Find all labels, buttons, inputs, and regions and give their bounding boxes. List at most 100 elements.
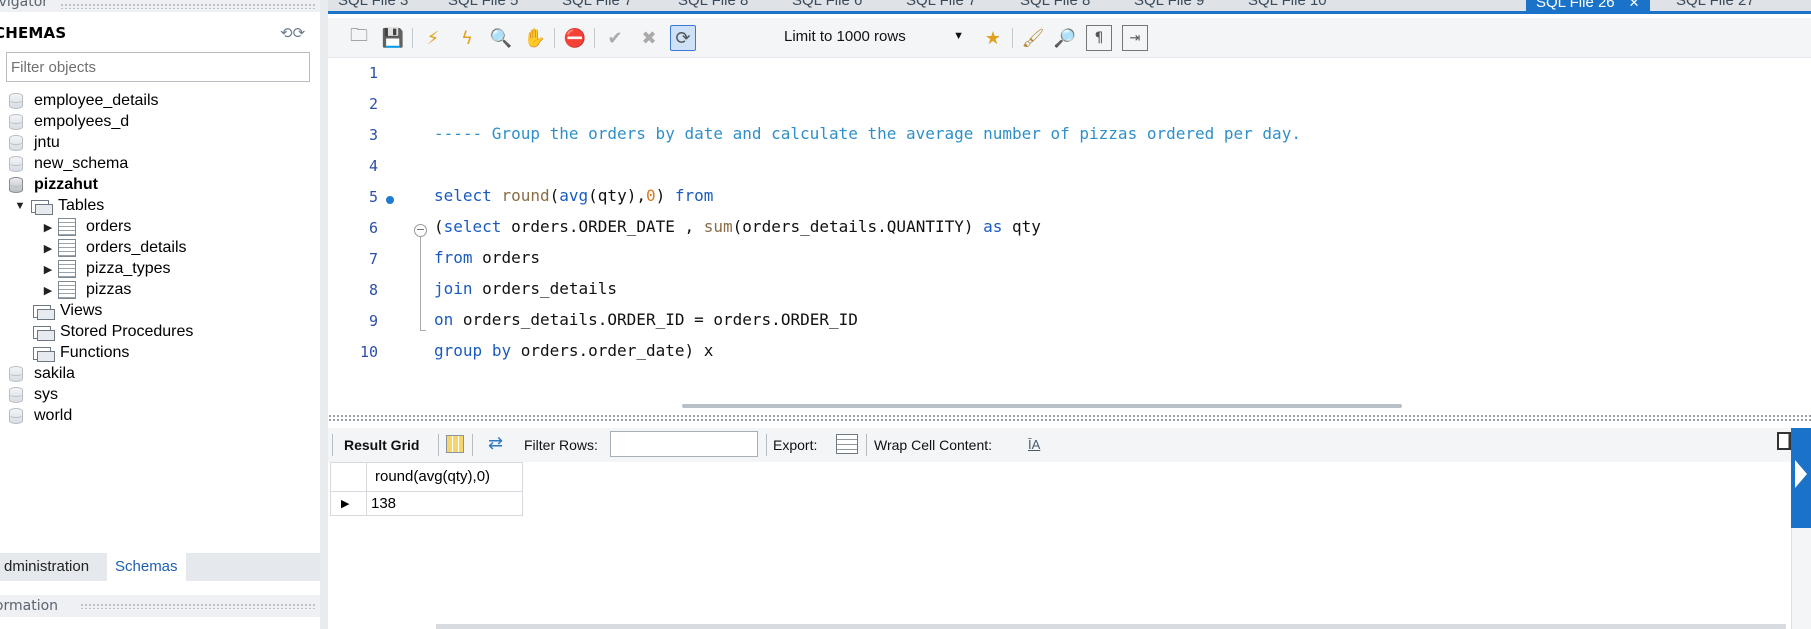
database-icon	[8, 365, 24, 383]
schema-item[interactable]: world	[8, 405, 72, 427]
database-icon	[8, 155, 24, 173]
sql-editor[interactable]: 1 2 3 4 5 6 7 8 9 10 ----- Group the ord…	[328, 58, 1811, 408]
tab-administration[interactable]: dministration	[0, 553, 97, 581]
schema-item[interactable]: sys	[8, 384, 58, 406]
result-grid-tab[interactable]: Result Grid	[344, 437, 419, 453]
collapse-arrow-icon[interactable]: ▼	[14, 200, 26, 212]
limit-rows-select[interactable]: Limit to 1000 rows ▼	[778, 25, 970, 51]
row-indicator-icon[interactable]: ▶	[330, 492, 367, 516]
refresh-results-icon[interactable]: ⇄	[488, 433, 503, 454]
rollback-icon[interactable]: ✖	[636, 25, 662, 51]
table-item-pizza-types[interactable]: ▶ pizza_types	[42, 258, 171, 280]
code-line: join orders_details	[434, 279, 618, 298]
beautify-icon[interactable]: 🖌	[1020, 25, 1046, 51]
functions-folder[interactable]: Functions	[32, 342, 129, 364]
table-item-orders[interactable]: ▶ orders	[42, 216, 131, 238]
invisible-chars-icon[interactable]: ¶	[1086, 25, 1112, 51]
table-cell[interactable]: 138	[367, 492, 523, 516]
table-item-pizzas[interactable]: ▶ pizzas	[42, 279, 131, 301]
close-tab-icon[interactable]: ✕	[1629, 0, 1640, 10]
bookmark-icon[interactable]: ★	[980, 25, 1006, 51]
schema-item[interactable]: empolyees_d	[8, 111, 129, 133]
schema-label: jntu	[34, 134, 60, 151]
file-tab[interactable]: SQL File 7	[906, 0, 976, 10]
fold-toggle-icon[interactable]: −	[414, 224, 427, 237]
code-line: select round(avg(qty),0) from	[434, 186, 714, 205]
open-folder-icon[interactable]: 🗀	[346, 25, 372, 51]
panel-divider[interactable]	[320, 0, 328, 629]
file-tab[interactable]: SQL File 27	[1676, 0, 1755, 10]
filter-objects-input[interactable]	[6, 52, 310, 82]
header-grip	[60, 3, 316, 9]
side-panel-rail[interactable]	[1791, 428, 1811, 629]
file-tab-label: SQL File 26	[1536, 0, 1615, 11]
result-horizontal-scrollbar[interactable]	[436, 624, 1786, 629]
folder-icon	[32, 324, 55, 341]
table-item-orders-details[interactable]: ▶ orders_details	[42, 237, 187, 259]
side-panel-tab-icon[interactable]	[1791, 428, 1811, 528]
tables-folder[interactable]: ▼ Tables	[14, 195, 104, 217]
find-icon[interactable]: 🔎	[1052, 25, 1078, 51]
file-tab[interactable]: SQL File 6	[792, 0, 862, 10]
line-number: 9	[368, 312, 378, 330]
file-tab[interactable]: SQL File 7	[562, 0, 632, 10]
schema-item-pizzahut[interactable]: pizzahut	[8, 174, 98, 196]
refresh-schemas-icon[interactable]: ⟲⟳	[280, 24, 305, 42]
line-number: 2	[368, 95, 378, 113]
file-tab[interactable]: SQL File 10	[1248, 0, 1327, 10]
views-folder[interactable]: Views	[32, 300, 102, 322]
file-tab[interactable]: SQL File 8	[678, 0, 748, 10]
autocommit-icon[interactable]: ⟳	[670, 25, 696, 51]
sql-comment: ----- Group the orders by date and calcu…	[434, 124, 1301, 143]
wrap-cell-icon[interactable]: ĪA	[1028, 437, 1040, 452]
editor-result-splitter[interactable]	[328, 414, 1811, 422]
file-tab-active[interactable]: SQL File 26 ✕	[1526, 0, 1650, 11]
stored-procedures-folder[interactable]: Stored Procedures	[32, 321, 193, 343]
expand-arrow-icon[interactable]: ▶	[42, 263, 54, 276]
folder-icon	[30, 198, 53, 215]
toggle-error-icon[interactable]: ⛔	[562, 25, 588, 51]
database-icon	[8, 386, 24, 404]
horizontal-scrollbar[interactable]	[682, 404, 1402, 408]
line-number: 8	[368, 281, 378, 299]
line-number: 4	[368, 157, 378, 175]
navigator-title: avigator	[0, 0, 53, 10]
info-grip	[80, 603, 316, 609]
schema-label: employee_details	[34, 92, 159, 109]
execute-current-icon[interactable]: ϟ	[454, 25, 480, 51]
code-line: from orders	[434, 248, 540, 267]
wrap-lines-icon[interactable]: ⇥	[1122, 25, 1148, 51]
line-number: 6	[368, 219, 378, 237]
schema-item[interactable]: employee_details	[8, 90, 159, 112]
stop-icon[interactable]: ✋	[522, 25, 548, 51]
filter-rows-label: Filter Rows:	[524, 437, 598, 453]
grid-view-icon[interactable]	[446, 435, 464, 453]
filter-rows-input[interactable]	[610, 431, 758, 457]
tab-schemas[interactable]: Schemas	[107, 553, 186, 581]
expand-arrow-icon[interactable]: ▶	[42, 221, 54, 234]
save-icon[interactable]: 💾	[380, 25, 406, 51]
file-tab[interactable]: SQL File 5	[448, 0, 518, 10]
schema-item[interactable]: jntu	[8, 132, 60, 154]
expand-arrow-icon[interactable]: ▶	[42, 284, 54, 297]
schema-item[interactable]: sakila	[8, 363, 75, 385]
column-header[interactable]: round(avg(qty),0)	[367, 462, 523, 492]
procedures-label: Stored Procedures	[60, 323, 194, 340]
file-tab[interactable]: SQL File 9	[1134, 0, 1204, 10]
expand-arrow-icon[interactable]: ▶	[42, 242, 54, 255]
table-label: orders_details	[86, 239, 187, 256]
line-number: 3	[368, 126, 378, 144]
schema-item[interactable]: new_schema	[8, 153, 128, 175]
file-tab[interactable]: SQL File 3	[338, 0, 408, 10]
table-label: pizzas	[86, 281, 132, 298]
database-icon	[8, 92, 24, 110]
explain-icon[interactable]: 🔍	[488, 25, 514, 51]
information-bar: formation	[0, 595, 320, 617]
commit-icon[interactable]: ✔	[602, 25, 628, 51]
file-tab[interactable]: SQL File 8	[1020, 0, 1090, 10]
export-icon[interactable]	[836, 434, 858, 454]
folder-icon	[32, 345, 55, 362]
tables-label: Tables	[58, 197, 105, 214]
execute-icon[interactable]: ⚡	[420, 25, 446, 51]
export-label: Export:	[773, 437, 818, 453]
